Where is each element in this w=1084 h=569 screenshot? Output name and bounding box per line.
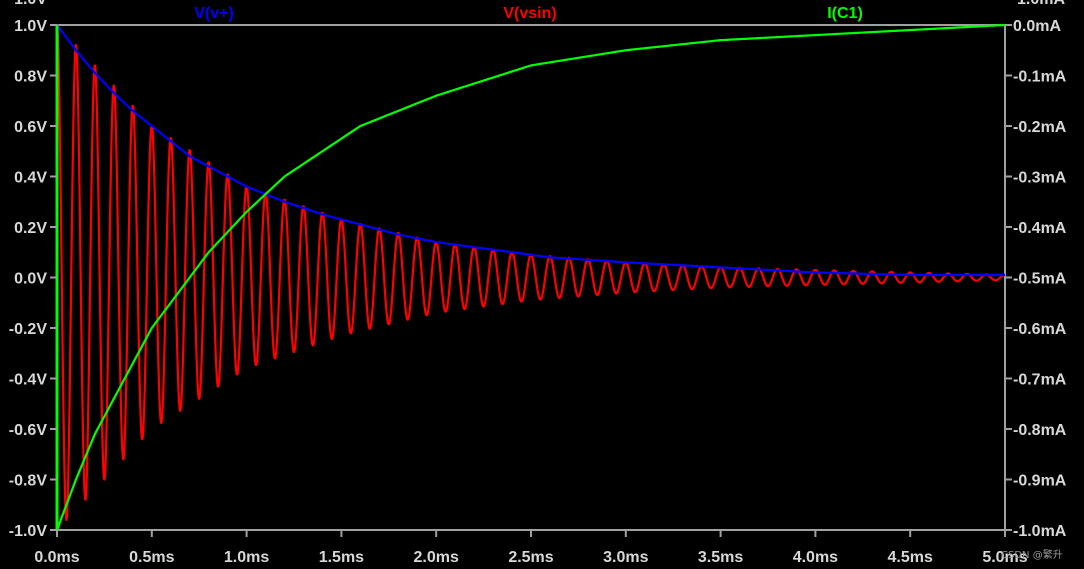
watermark-text: CSDN @繁升 — [1001, 548, 1063, 561]
plot-border — [56, 24, 1006, 531]
x-tick-label: 1.5ms — [319, 549, 364, 566]
y-left-tick-label: 1.0V — [14, 18, 47, 35]
y-right-tick-label: -0.5mA — [1013, 271, 1067, 288]
x-tick-label: 0.0ms — [34, 549, 79, 566]
x-tick-label: 4.5ms — [888, 549, 933, 566]
series-ic1-line — [55, 23, 1006, 531]
y-right-tick-label: -0.9mA — [1013, 473, 1067, 490]
x-tick-label: 2.5ms — [508, 549, 553, 566]
legend-entry: V(vsin) — [503, 5, 556, 22]
x-tick-label: 3.0ms — [603, 549, 648, 566]
y-right-tick-label: -0.7mA — [1013, 372, 1067, 389]
series-layer — [55, 23, 1006, 531]
y-right-tick-label: -0.2mA — [1013, 119, 1067, 136]
x-tick-label: 4.0ms — [793, 549, 838, 566]
waveform-plot: 0.0ms 0.5ms 1.0ms 1.5ms 2.0ms 2.5ms 3.0ms 3.5ms… — [9, 0, 1067, 566]
legend: V(v+) V(vsin) I(C1) — [194, 5, 863, 22]
y-left-tick-label: 0.2V — [14, 220, 47, 237]
y-left-tick-label: -0.4V — [9, 372, 48, 389]
y-right-tick-label: 0.0mA — [1013, 18, 1061, 35]
y-left-tick-label: -0.8V — [9, 473, 48, 490]
y-right-tick-label: -0.3mA — [1013, 170, 1067, 187]
y-left-tick-label: 0.8V — [14, 69, 47, 86]
series-vsin-line — [55, 24, 1006, 521]
y-left-tick-label: -0.6V — [9, 422, 48, 439]
x-tick-label: 2.0ms — [414, 549, 459, 566]
y-left-tick-label: 0.6V — [14, 119, 47, 136]
legend-entry: V(v+) — [194, 5, 234, 22]
x-tick-label: 1.0ms — [224, 549, 269, 566]
y-right-tick-label: -1.0mA — [1013, 523, 1067, 540]
y-right-partial-label: 1.0mA — [1017, 0, 1065, 8]
y-left-partial-label: 1.0V — [14, 0, 47, 8]
y-left-tick-label: 0.0V — [14, 271, 47, 288]
y-right-tick-label: -0.4mA — [1013, 220, 1067, 237]
y-right-tick-label: -0.1mA — [1013, 69, 1067, 86]
y-right-tick-label: -0.8mA — [1013, 422, 1067, 439]
x-tick-label: 0.5ms — [129, 549, 174, 566]
plot-frame — [56, 24, 1006, 531]
y-left-tick-label: -0.2V — [9, 321, 48, 338]
legend-entry: I(C1) — [827, 5, 863, 22]
y-left-tick-label: 0.4V — [14, 170, 47, 187]
series-vplus-line — [56, 24, 1005, 277]
y-right-tick-label: -0.6mA — [1013, 321, 1067, 338]
y-left-tick-label: -1.0V — [9, 523, 48, 540]
tick-layer: 0.0ms 0.5ms 1.0ms 1.5ms 2.0ms 2.5ms 3.0ms 3.5ms… — [9, 0, 1067, 566]
x-tick-label: 3.5ms — [698, 549, 743, 566]
